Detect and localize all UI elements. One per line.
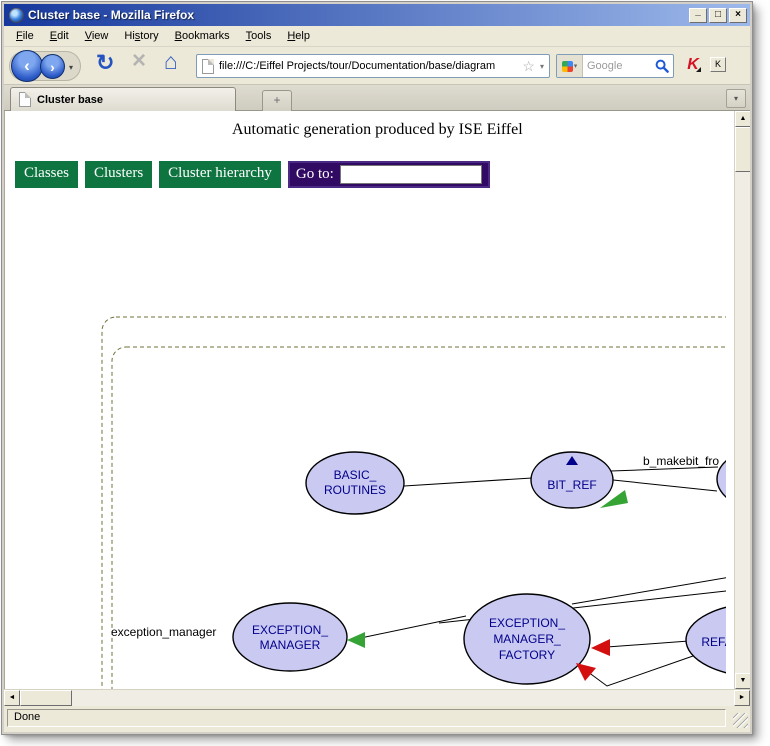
menu-edit[interactable]: Edit xyxy=(42,27,77,45)
bookmark-star-icon[interactable]: ☆ xyxy=(520,58,537,75)
search-icon[interactable] xyxy=(655,59,669,73)
forward-button[interactable]: › xyxy=(40,54,65,79)
scroll-left-button[interactable]: ◄ xyxy=(4,690,20,706)
k-extension-button[interactable]: K xyxy=(710,57,726,72)
maximize-button[interactable]: □ xyxy=(709,8,727,23)
edge-excmgr-factory xyxy=(351,616,466,640)
title-bar[interactable]: Cluster base - Mozilla Firefox _ □ × xyxy=(4,4,750,26)
label-factory-1: EXCEPTION_ xyxy=(489,616,565,630)
nav-toolbar: ‹ › ▾ ↻ × ⌂ file:///C:/Eiffel Projects/t… xyxy=(4,47,750,85)
engine-dropdown-icon: ▾ xyxy=(574,62,578,70)
edge-refa-factory xyxy=(607,641,689,647)
tab-label: Cluster base xyxy=(37,94,103,106)
feature-link-label: b_makebit_fro xyxy=(643,454,719,468)
red-arrow-factory2-icon xyxy=(576,663,596,681)
menu-file[interactable]: File xyxy=(8,27,42,45)
status-text: Done xyxy=(7,709,726,727)
menu-history[interactable]: History xyxy=(116,27,166,45)
label-bit-ref: BIT_REF xyxy=(547,478,596,492)
menu-help[interactable]: Help xyxy=(279,27,318,45)
cluster-name-label: exception_manager xyxy=(111,625,216,639)
label-exception-manager-1: EXCEPTION_ xyxy=(252,623,328,637)
scroll-right-button[interactable]: ► xyxy=(734,690,750,706)
close-button[interactable]: × xyxy=(729,8,747,23)
browser-window: Cluster base - Mozilla Firefox _ □ × Fil… xyxy=(2,2,752,734)
search-input[interactable]: Google xyxy=(583,60,655,72)
resize-grip[interactable] xyxy=(733,713,748,728)
horizontal-scrollbar[interactable]: ◄ ► xyxy=(4,689,750,706)
menu-bookmarks[interactable]: Bookmarks xyxy=(167,27,238,45)
label-basic-routines-1: BASIC_ xyxy=(334,468,377,482)
label-refa: REFA xyxy=(701,635,726,649)
vertical-scrollbar[interactable]: ▲ ▼ xyxy=(734,111,750,689)
back-forward-group: ‹ › ▾ xyxy=(9,51,81,81)
label-factory-2: MANAGER_ xyxy=(493,632,561,646)
back-button[interactable]: ‹ xyxy=(11,50,43,82)
tab-bar: Cluster base + ▾ xyxy=(4,85,750,111)
edge-refa-factory-v xyxy=(584,656,693,686)
edge-basic-bitref xyxy=(404,478,532,486)
vertical-scroll-thumb[interactable] xyxy=(735,127,750,172)
tab-favicon xyxy=(19,92,31,107)
stop-button: × xyxy=(132,47,146,75)
scroll-down-button[interactable]: ▼ xyxy=(735,673,750,689)
firefox-icon xyxy=(9,8,24,23)
url-text[interactable]: file:///C:/Eiffel Projects/tour/Document… xyxy=(219,60,520,72)
page-icon xyxy=(202,59,214,74)
search-box[interactable]: ▾ Google xyxy=(556,54,674,78)
reload-button[interactable]: ↻ xyxy=(96,50,114,76)
list-all-tabs-button[interactable]: ▾ xyxy=(726,89,746,108)
green-arrow-excmgr-icon xyxy=(347,632,365,648)
kaspersky-icon[interactable]: K xyxy=(684,56,702,74)
edge-bitref-d-lower xyxy=(613,480,717,491)
content-area: Automatic generation produced by ISE Eif… xyxy=(4,111,750,689)
address-bar[interactable]: file:///C:/Eiffel Projects/tour/Document… xyxy=(196,54,550,78)
menu-tools[interactable]: Tools xyxy=(238,27,280,45)
google-icon xyxy=(562,61,573,72)
node-exception-manager[interactable] xyxy=(233,603,347,671)
history-dropdown-icon[interactable]: ▾ xyxy=(69,63,73,72)
menu-view[interactable]: View xyxy=(77,27,117,45)
page-viewport: Automatic generation produced by ISE Eif… xyxy=(5,111,734,689)
status-bar: Done xyxy=(4,706,750,730)
label-basic-routines-2: ROUTINES xyxy=(324,483,386,497)
window-title: Cluster base - Mozilla Firefox xyxy=(28,8,689,22)
red-arrow-factory1-icon xyxy=(591,639,610,656)
scroll-up-button[interactable]: ▲ xyxy=(735,111,750,127)
menubar: FileEditViewHistoryBookmarksToolsHelp xyxy=(4,26,750,47)
label-exception-manager-2: MANAGER xyxy=(260,638,321,652)
label-factory-3: FACTORY xyxy=(499,648,555,662)
home-button[interactable]: ⌂ xyxy=(164,48,178,75)
new-tab-button[interactable]: + xyxy=(262,90,292,111)
horizontal-scroll-thumb[interactable] xyxy=(20,690,72,706)
search-engine-selector[interactable]: ▾ xyxy=(557,55,583,77)
cluster-diagram: BASIC_ ROUTINES BIT_REF D EXCEPTION_ MAN… xyxy=(5,111,726,689)
tab-cluster-base[interactable]: Cluster base xyxy=(10,87,236,111)
url-dropdown-icon[interactable]: ▾ xyxy=(537,62,549,71)
minimize-button[interactable]: _ xyxy=(689,8,707,23)
